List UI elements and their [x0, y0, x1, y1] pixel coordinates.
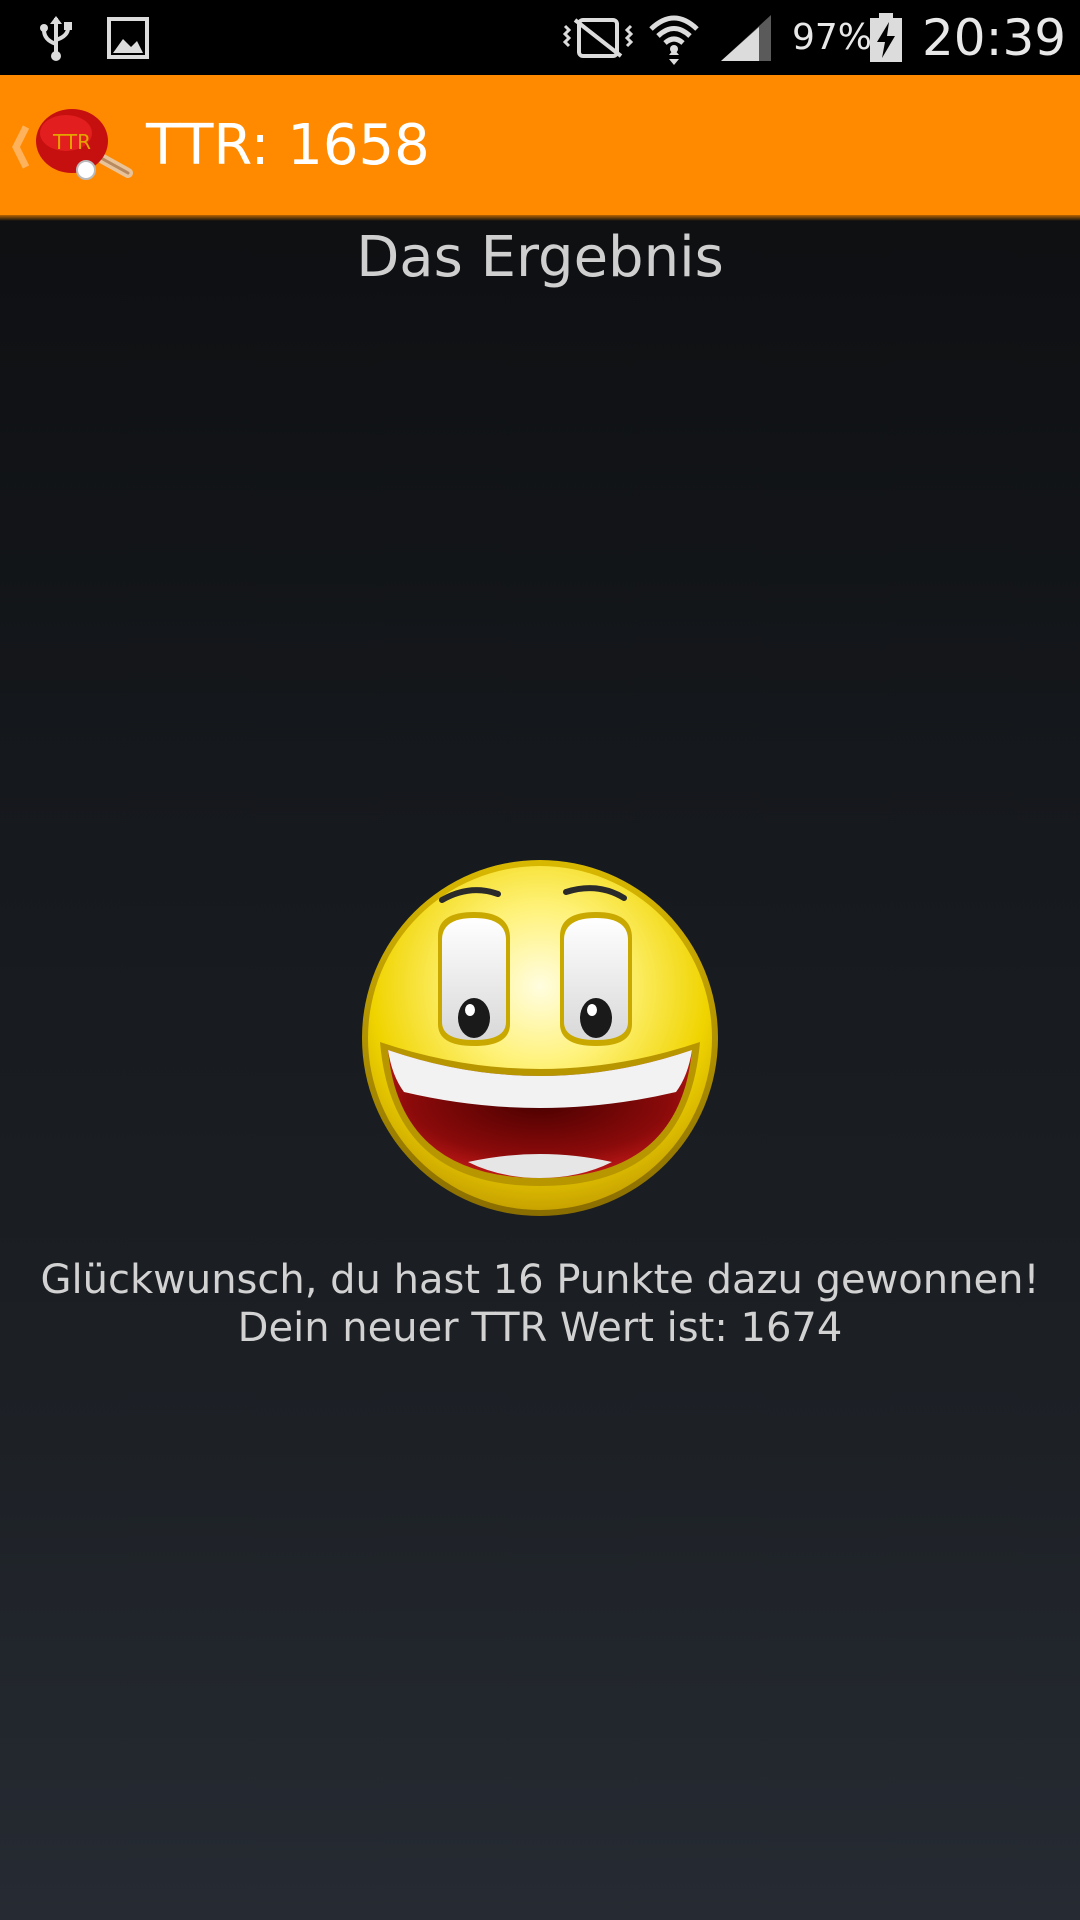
action-bar-shadow: [0, 215, 1080, 221]
status-bar: 97% 20:39: [0, 0, 1080, 75]
vibrate-icon: [560, 0, 636, 75]
image-notification-icon: [106, 0, 150, 75]
battery-percent: 97%: [792, 17, 873, 58]
new-ttr-value-text: Dein neuer TTR Wert ist: 1674: [237, 1305, 843, 1351]
points-won-text: Glückwunsch, du hast 16 Punkte dazu gewo…: [40, 1257, 1040, 1303]
result-message: Glückwunsch, du hast 16 Punkte dazu gewo…: [40, 1256, 1040, 1352]
signal-icon: [718, 0, 774, 75]
up-navigation-button[interactable]: TTR: [0, 75, 140, 215]
laughing-smiley-icon: [358, 856, 722, 1220]
app-title: TTR: 1658: [146, 112, 430, 178]
back-chevron-icon: [12, 125, 30, 169]
clock: 20:39: [922, 8, 1067, 67]
wifi-icon: [646, 0, 702, 75]
usb-icon: [34, 0, 78, 75]
battery-charging-icon: [866, 0, 906, 75]
action-bar: TTR TTR: 1658: [0, 75, 1080, 215]
svg-text:TTR: TTR: [52, 130, 91, 154]
result-heading: Das Ergebnis: [356, 225, 724, 290]
